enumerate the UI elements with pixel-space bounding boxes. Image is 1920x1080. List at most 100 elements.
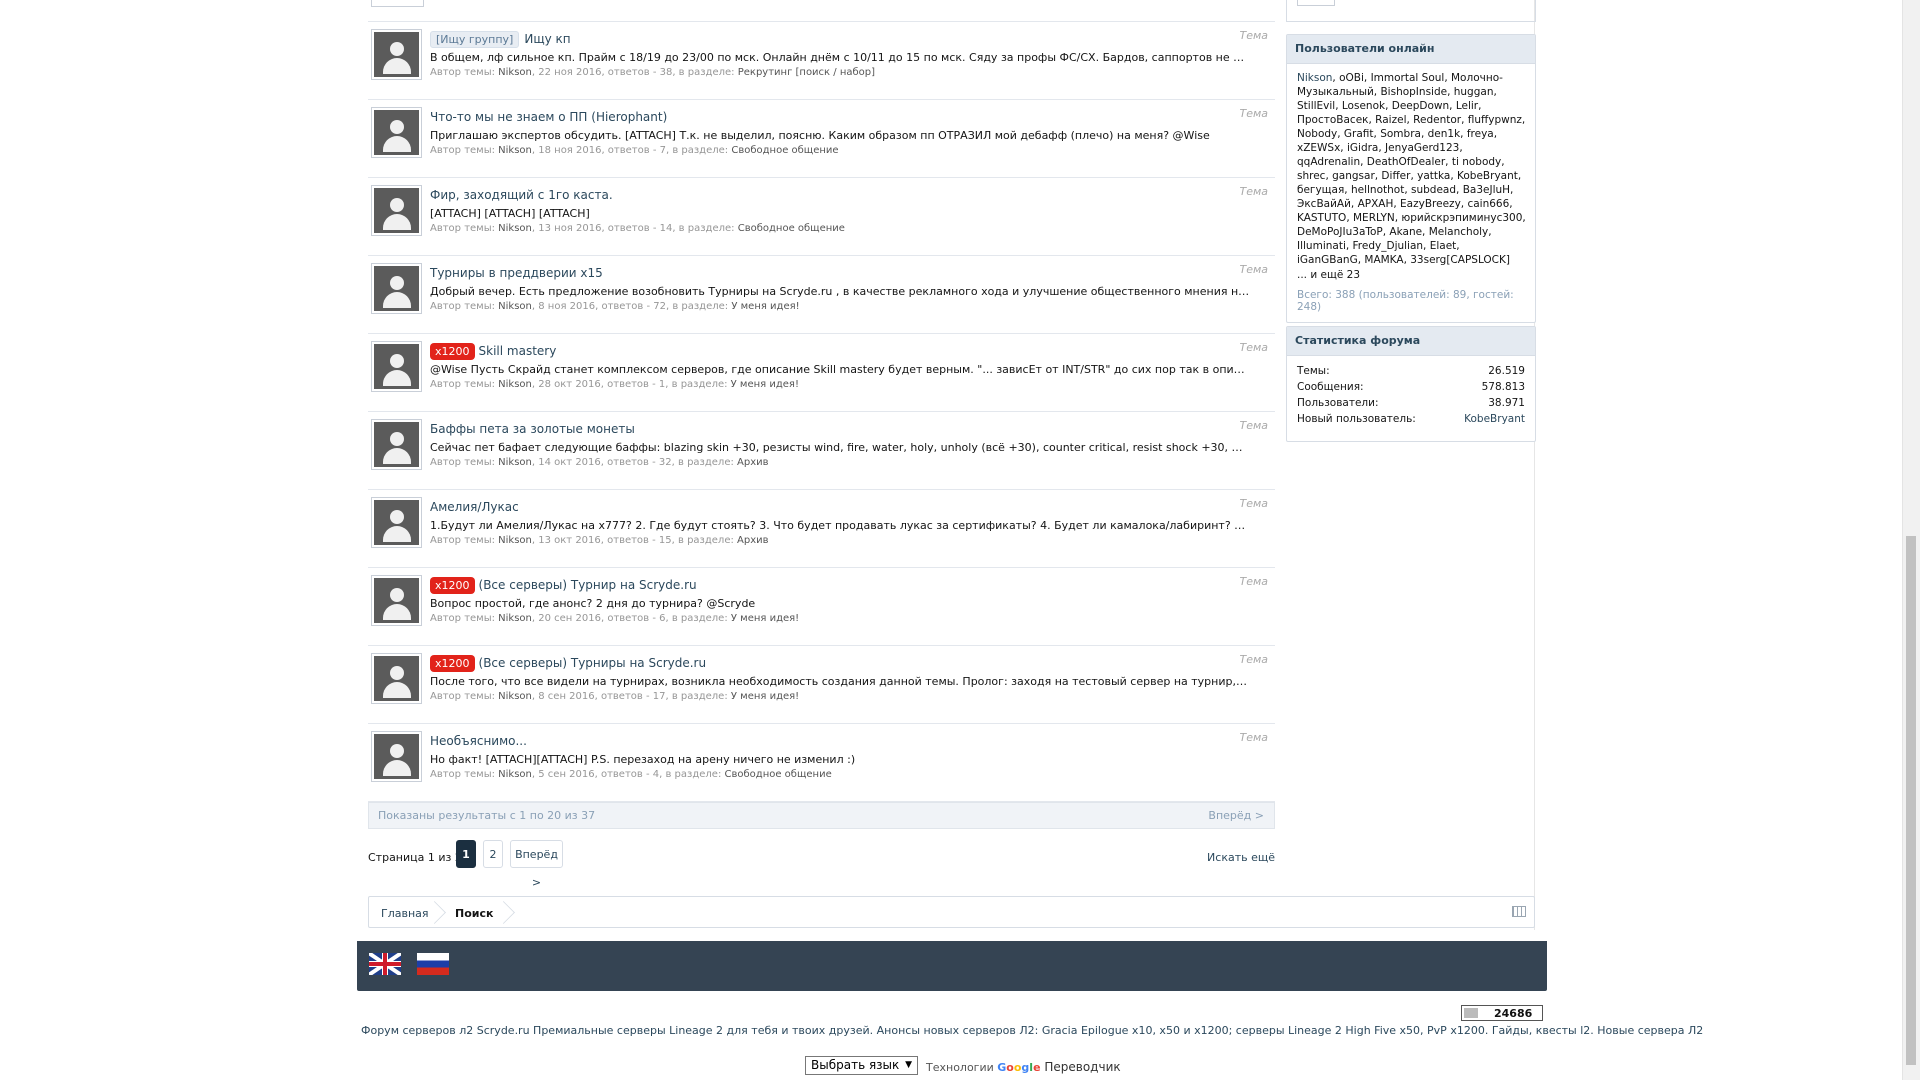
- sidebar-stub-button[interactable]: [1297, 0, 1335, 6]
- result-meta: Автор темы: Nikson, 13 окт 2016, ответов…: [430, 535, 1269, 546]
- result-title-line: x1200 (Все серверы) Турниры на Scryde.ru: [430, 654, 1269, 673]
- stats-row-messages: Сообщения: 578.813: [1287, 379, 1535, 395]
- thread-title-link[interactable]: Фир, заходящий с 1го каста.: [430, 188, 613, 202]
- author-avatar[interactable]: [371, 107, 422, 158]
- thread-prefix-tag[interactable]: [Ищу группу]: [430, 31, 520, 48]
- author-link[interactable]: Nikson: [498, 769, 532, 780]
- forum-link[interactable]: Архив: [737, 457, 769, 468]
- google-logo[interactable]: Google: [997, 1061, 1040, 1074]
- powered-by-label: Технологии: [926, 1061, 998, 1074]
- thread-title-link[interactable]: (Все серверы) Турнир на Scryde.ru: [479, 578, 697, 592]
- author-link[interactable]: Nikson: [498, 613, 532, 624]
- result-snippet[interactable]: Вопрос простой, где анонс? 2 дня до турн…: [430, 597, 1250, 610]
- author-link[interactable]: Nikson: [498, 457, 532, 468]
- author-link[interactable]: Nikson: [498, 223, 532, 234]
- thread-title-link[interactable]: Skill mastery: [479, 344, 557, 358]
- scrollbar-thumb[interactable]: [1906, 536, 1916, 1065]
- forum-link[interactable]: У меня идея!: [731, 301, 799, 312]
- forum-link[interactable]: Рекрутинг [поиск / набор]: [738, 67, 875, 78]
- stats-label: Пользователи:: [1297, 397, 1379, 409]
- sitemap-icon[interactable]: [1512, 906, 1526, 917]
- result-snippet[interactable]: После того, что все видели на турнирах, …: [430, 675, 1250, 688]
- thread-prefix-tag[interactable]: x1200: [430, 577, 475, 594]
- search-more-link[interactable]: Искать ещё: [1207, 851, 1275, 864]
- content-type-label: Тема: [1239, 731, 1268, 744]
- result-snippet[interactable]: Сейчас пет бафает следующие баффы: blazi…: [430, 441, 1250, 454]
- forum-link[interactable]: Свободное общение: [731, 145, 838, 156]
- author-link[interactable]: Nikson: [498, 301, 532, 312]
- forum-link[interactable]: У меня идея!: [731, 613, 799, 624]
- author-link[interactable]: Nikson: [498, 691, 532, 702]
- thread-title-link[interactable]: (Все серверы) Турниры на Scryde.ru: [479, 656, 707, 670]
- summary-next-link[interactable]: Вперёд >: [1208, 809, 1264, 822]
- meta-prefix: Автор темы:: [430, 223, 499, 234]
- online-users-names[interactable]: , oOBi, Immortal Soul, Молочно-Музыкальн…: [1297, 72, 1526, 266]
- thread-title-link[interactable]: Турниры в преддверии x15: [430, 266, 603, 280]
- author-avatar[interactable]: [371, 731, 422, 782]
- forum-link[interactable]: У меня идея!: [731, 379, 799, 390]
- meta-details: , 8 сен 2016, ответов - 17, в разделе:: [531, 691, 731, 702]
- content-type-label: Тема: [1239, 653, 1268, 666]
- author-avatar[interactable]: [371, 653, 422, 704]
- stats-value: 38.971: [1488, 397, 1525, 409]
- result-item: Фир, заходящий с 1го каста. [ATTACH] [AT…: [368, 178, 1275, 256]
- translate-powered-by: Технологии Google Переводчик: [926, 1060, 1121, 1074]
- result-snippet[interactable]: [ATTACH] [ATTACH] [ATTACH]: [430, 207, 1250, 220]
- visit-counter[interactable]: 24686: [1461, 1005, 1543, 1021]
- author-link[interactable]: Nikson: [498, 145, 532, 156]
- author-avatar[interactable]: [371, 341, 422, 392]
- author-avatar[interactable]: [371, 29, 422, 80]
- thread-title-link[interactable]: Баффы пета за золотые монеты: [430, 422, 635, 436]
- translator-label: Переводчик: [1040, 1060, 1121, 1074]
- result-snippet[interactable]: Но факт! [ATTACH][ATTACH] P.S. перезаход…: [430, 753, 1250, 766]
- result-snippet[interactable]: Добрый вечер. Есть предложение возобнови…: [430, 285, 1250, 298]
- page-scrollbar[interactable]: [1902, 0, 1920, 1080]
- page-2-button[interactable]: 2: [483, 840, 503, 868]
- result-snippet[interactable]: Приглашаю экспертов обсудить. [ATTACH] Т…: [430, 129, 1250, 142]
- meta-details: , 13 окт 2016, ответов - 15, в разделе:: [531, 535, 738, 546]
- new-user-link[interactable]: KobeBryant: [1464, 413, 1525, 425]
- breadcrumb-current[interactable]: Поиск: [455, 907, 493, 920]
- footer-seo-text[interactable]: Форум серверов л2 Scryde.ru Премиальные …: [361, 1024, 1703, 1037]
- thread-title-link[interactable]: Необъяснимо...: [430, 734, 527, 748]
- previous-result-stub: [368, 0, 1275, 22]
- thread-title-link[interactable]: Амелия/Лукас: [430, 500, 519, 514]
- author-avatar[interactable]: [371, 575, 422, 626]
- forum-link[interactable]: Свободное общение: [725, 769, 832, 780]
- breadcrumb-separator: [500, 897, 510, 927]
- page-1-button[interactable]: 1: [456, 840, 476, 868]
- forum-link[interactable]: Свободное общение: [738, 223, 845, 234]
- avatar-placeholder-icon: [374, 266, 419, 311]
- result-item: [Ищу группу] Ищу кп В общем, лф сильное к…: [368, 22, 1275, 100]
- forum-link[interactable]: У меня идея!: [731, 691, 799, 702]
- author-link[interactable]: Nikson: [498, 535, 532, 546]
- author-avatar[interactable]: [371, 419, 422, 470]
- avatar-placeholder-icon: [374, 188, 419, 233]
- result-meta: Автор темы: Nikson, 18 ноя 2016, ответов…: [430, 145, 1269, 156]
- uk-flag-icon[interactable]: [369, 953, 401, 975]
- online-user-link[interactable]: Nikson: [1297, 72, 1332, 84]
- content-type-label: Тема: [1239, 185, 1268, 198]
- result-snippet[interactable]: @Wise Пусть Скрайд станет комплексом сер…: [430, 363, 1250, 376]
- thread-title-link[interactable]: Что-то мы не знаем о ПП (Hierophant): [430, 110, 667, 124]
- thread-title-link[interactable]: Ищу кп: [524, 32, 570, 46]
- author-link[interactable]: Nikson: [498, 67, 532, 78]
- author-avatar[interactable]: [371, 263, 422, 314]
- result-body: Турниры в преддверии x15 Добрый вечер. Е…: [430, 264, 1269, 312]
- stats-row-users: Пользователи: 38.971: [1287, 395, 1535, 411]
- author-link[interactable]: Nikson: [498, 379, 532, 390]
- result-snippet[interactable]: В общем, лф сильное кп. Прайм с 18/19 до…: [430, 51, 1250, 64]
- language-select[interactable]: Выбрать язык ▼: [805, 1056, 918, 1075]
- author-avatar[interactable]: [371, 497, 422, 548]
- thread-prefix-tag[interactable]: x1200: [430, 343, 475, 360]
- next-page-button[interactable]: Вперёд >: [510, 840, 563, 889]
- forum-link[interactable]: Архив: [737, 535, 769, 546]
- author-avatar[interactable]: [371, 185, 422, 236]
- results-summary: Показаны результаты с 1 по 20 из 37 Впер…: [368, 802, 1275, 829]
- content-type-label: Тема: [1239, 29, 1268, 42]
- ru-flag-icon[interactable]: [417, 953, 449, 975]
- breadcrumb-home[interactable]: Главная: [381, 907, 429, 920]
- thread-prefix-tag[interactable]: x1200: [430, 655, 475, 672]
- result-snippet[interactable]: 1.Будут ли Амелия/Лукас на x777? 2. Где …: [430, 519, 1250, 532]
- meta-details: , 22 ноя 2016, ответов - 38, в разделе:: [531, 67, 738, 78]
